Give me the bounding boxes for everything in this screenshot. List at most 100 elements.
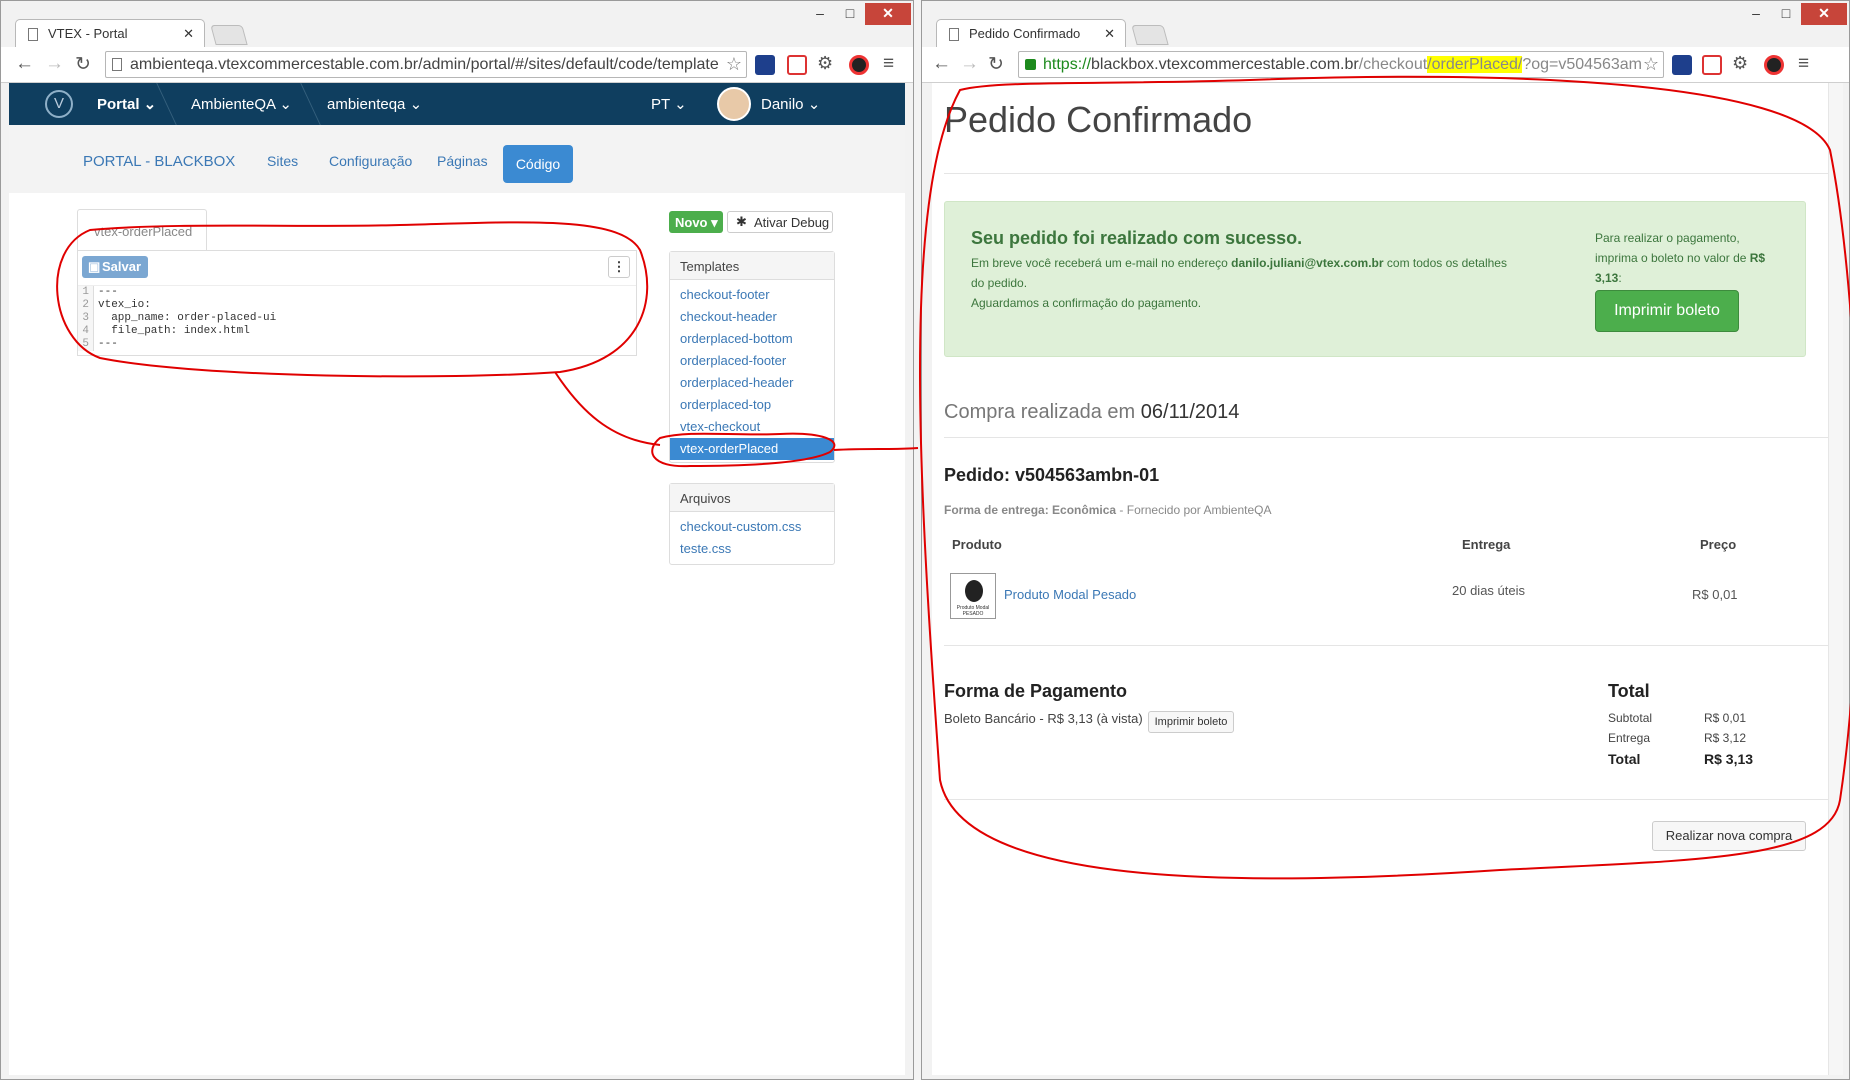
back-icon[interactable]: ← [15, 53, 34, 75]
template-item[interactable]: orderplaced-top [670, 394, 834, 416]
nav-account[interactable]: AmbienteQA ⌄ [191, 95, 292, 113]
url-text: ambienteqa.vtexcommercestable.com.br/adm… [130, 56, 719, 73]
template-item[interactable]: orderplaced-footer [670, 350, 834, 372]
debug-label: Ativar Debug [754, 215, 830, 230]
product-thumbnail[interactable]: Produto Modal PESADO [950, 573, 996, 619]
browser-tab-pedido[interactable]: Pedido Confirmado ✕ [936, 19, 1126, 47]
extension-icon[interactable] [1764, 55, 1784, 75]
template-item[interactable]: orderplaced-bottom [670, 328, 834, 350]
delivery-label: Forma de entrega: [944, 503, 1049, 517]
new-tab-button[interactable] [1131, 25, 1169, 45]
templates-panel: Templates checkout-footer checkout-header… [669, 251, 835, 463]
totals-table: Subtotal R$ 0,01 Entrega R$ 3,12 Total R$ 3,1… [1608, 711, 1778, 771]
minimize-icon[interactable]: – [805, 3, 835, 25]
new-purchase-button[interactable]: Realizar nova compra [1652, 821, 1806, 851]
nav-store[interactable]: ambienteqa ⌄ [327, 95, 422, 113]
url-highlight: /orderPlaced/ [1427, 56, 1523, 73]
extension-icon[interactable] [1672, 55, 1692, 75]
code-line[interactable]: 5 --- [78, 338, 636, 351]
more-options-icon[interactable]: ⋮ [608, 256, 630, 278]
tab-title: Pedido Confirmado [969, 26, 1081, 41]
floppy-icon: ▣ [88, 259, 101, 274]
reload-icon[interactable]: ↻ [988, 53, 1004, 76]
files-panel: Arquivos checkout-custom.css teste.css [669, 483, 835, 565]
code-text: file_path: index.html [98, 325, 250, 337]
template-item[interactable]: checkout-footer [670, 284, 834, 306]
tab-title: VTEX - Portal [48, 26, 128, 41]
editor-tab[interactable]: vtex-orderPlaced [77, 209, 207, 251]
code-line[interactable]: 4 file_path: index.html [78, 325, 636, 338]
close-window-icon[interactable]: ✕ [1801, 3, 1847, 25]
print-boleto-small-button[interactable]: Imprimir boleto [1148, 711, 1234, 733]
alert-text: com todos os detalhes [1386, 256, 1507, 270]
payment-heading: Forma de Pagamento [944, 681, 1128, 701]
address-bar[interactable]: ambienteqa.vtexcommercestable.com.br/adm… [105, 51, 747, 78]
product-delivery: 20 dias úteis [1452, 583, 1525, 598]
vtex-logo-icon[interactable]: V [45, 90, 73, 118]
tab-configuracao[interactable]: Configuração [329, 153, 412, 169]
bookmark-star-icon[interactable]: ☆ [1642, 54, 1659, 75]
close-window-icon[interactable]: ✕ [865, 3, 911, 25]
tab-codigo[interactable]: Código [503, 145, 573, 183]
extension-icon[interactable] [787, 55, 807, 75]
supplier: - Fornecido por AmbienteQA [1119, 503, 1272, 517]
language-select[interactable]: PT ⌄ [651, 95, 687, 113]
code-line[interactable]: 2 vtex_io: [78, 299, 636, 312]
alert-line-2: do pedido. [971, 276, 1028, 290]
file-item[interactable]: teste.css [670, 538, 834, 560]
url-scheme: https:// [1043, 56, 1092, 73]
forward-icon[interactable]: → [960, 53, 979, 75]
file-item[interactable]: checkout-custom.css [670, 516, 834, 538]
product-link[interactable]: Produto Modal Pesado [1004, 587, 1136, 602]
gear-icon[interactable]: ⚙ [817, 53, 833, 74]
new-tab-button[interactable] [210, 25, 248, 45]
template-item[interactable]: vtex-orderPlaced [670, 438, 834, 460]
user-menu[interactable]: Danilo ⌄ [761, 95, 820, 113]
page-title: Pedido Confirmado [944, 99, 1253, 140]
portal-brand-link[interactable]: PORTAL - BLACKBOX [83, 153, 235, 170]
debug-button[interactable]: ✱ Ativar Debug [727, 211, 833, 233]
save-button[interactable]: ▣ Salvar [82, 256, 148, 278]
gear-icon[interactable]: ⚙ [1732, 53, 1748, 74]
code-editor[interactable]: ▣ Salvar ⋮ 1 --- 2 vtex_io: 3 app_name: order… [77, 250, 637, 356]
line-number: 5 [78, 338, 94, 351]
template-item[interactable]: checkout-header [670, 306, 834, 328]
maximize-icon[interactable]: □ [1771, 3, 1801, 25]
close-tab-icon[interactable]: ✕ [1104, 26, 1115, 42]
instructions-line-1: Para realizar o pagamento, [1595, 231, 1740, 245]
extension-icon[interactable] [849, 55, 869, 75]
template-item[interactable]: orderplaced-header [670, 372, 834, 394]
tab-sites[interactable]: Sites [267, 153, 298, 169]
code-line[interactable]: 3 app_name: order-placed-ui [78, 312, 636, 325]
scrollbar[interactable] [1828, 83, 1843, 1075]
maximize-icon[interactable]: □ [835, 3, 865, 25]
avatar[interactable] [717, 87, 751, 121]
print-boleto-button[interactable]: Imprimir boleto [1595, 290, 1739, 332]
forward-icon[interactable]: → [45, 53, 64, 75]
extension-icon[interactable] [755, 55, 775, 75]
menu-icon[interactable]: ≡ [883, 53, 894, 75]
reload-icon[interactable]: ↻ [75, 53, 91, 76]
bookmark-star-icon[interactable]: ☆ [726, 54, 742, 75]
line-number: 3 [78, 312, 94, 325]
template-item[interactable]: vtex-checkout [670, 416, 834, 438]
thumb-caption-line-2: PESADO [962, 611, 984, 617]
code-area[interactable]: 1 --- 2 vtex_io: 3 app_name: order-placed-ui… [78, 285, 636, 355]
minimize-icon[interactable]: – [1741, 3, 1771, 25]
back-icon[interactable]: ← [932, 53, 951, 75]
total-value: R$ 0,01 [1704, 711, 1747, 725]
tab-paginas[interactable]: Páginas [437, 153, 488, 169]
browser-toolbar: ← → ↻ https://blackbox.vtexcommercestabl… [922, 47, 1849, 83]
order-id: Pedido: v504563ambn-01 [944, 465, 1160, 485]
code-line[interactable]: 1 --- [78, 286, 636, 299]
total-value: R$ 3,12 [1704, 731, 1747, 745]
extension-icon[interactable] [1702, 55, 1722, 75]
browser-tab-portal[interactable]: VTEX - Portal ✕ [15, 19, 205, 47]
new-button[interactable]: Novo ▾ [669, 211, 723, 233]
alert-email: danilo.juliani@vtex.com.br [1231, 256, 1384, 270]
menu-icon[interactable]: ≡ [1798, 53, 1809, 75]
close-tab-icon[interactable]: ✕ [183, 26, 194, 42]
col-product: Produto [952, 537, 1002, 552]
address-bar[interactable]: https://blackbox.vtexcommercestable.com.… [1018, 51, 1664, 78]
url-path: /checkout [1358, 56, 1428, 73]
